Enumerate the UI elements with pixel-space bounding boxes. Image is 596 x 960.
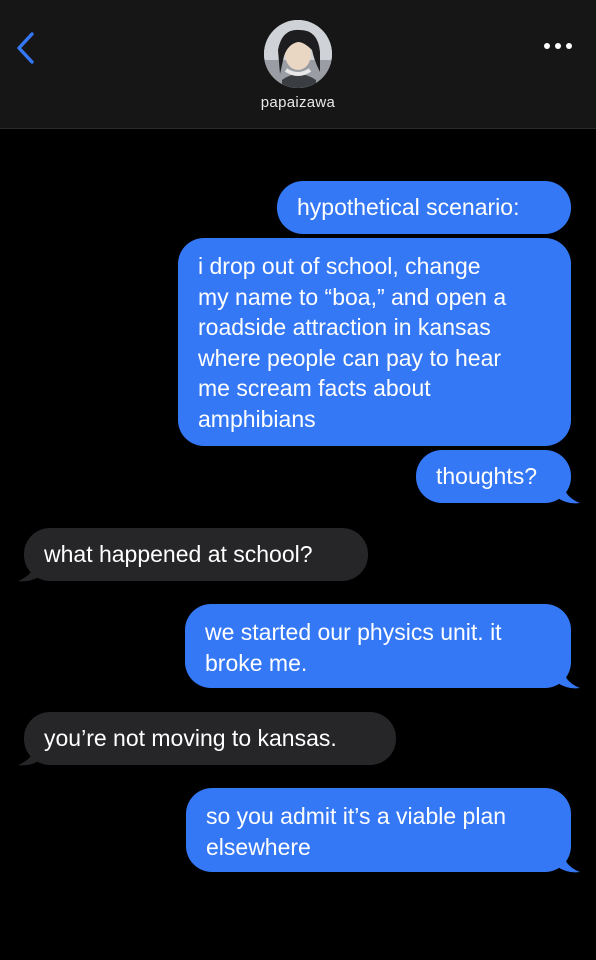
more-dots-icon [544,43,550,49]
message-bubble-sent[interactable]: we started our physics unit. it broke me… [185,604,571,688]
more-options-button[interactable] [538,34,578,58]
bubble-tail [556,850,580,873]
message-bubble-received[interactable]: you’re not moving to kansas. [24,712,396,765]
message-bubble-sent[interactable]: hypothetical scenario: [277,181,571,234]
bubble-tail [556,481,580,504]
message-bubble-sent[interactable]: i drop out of school, change my name to … [178,238,571,446]
contact-name[interactable]: papaizawa [0,94,596,111]
bubble-tail [556,666,580,689]
back-button[interactable] [8,28,42,68]
chevron-left-icon [17,32,34,64]
message-bubble-received[interactable]: what happened at school? [24,528,368,581]
conversation-header: papaizawa [0,0,596,129]
bubble-tail [18,743,42,766]
avatar[interactable] [264,20,332,88]
bubble-tail [18,559,42,582]
message-bubble-sent[interactable]: thoughts? [416,450,571,503]
message-bubble-sent[interactable]: so you admit it’s a viable plan elsewher… [186,788,571,872]
